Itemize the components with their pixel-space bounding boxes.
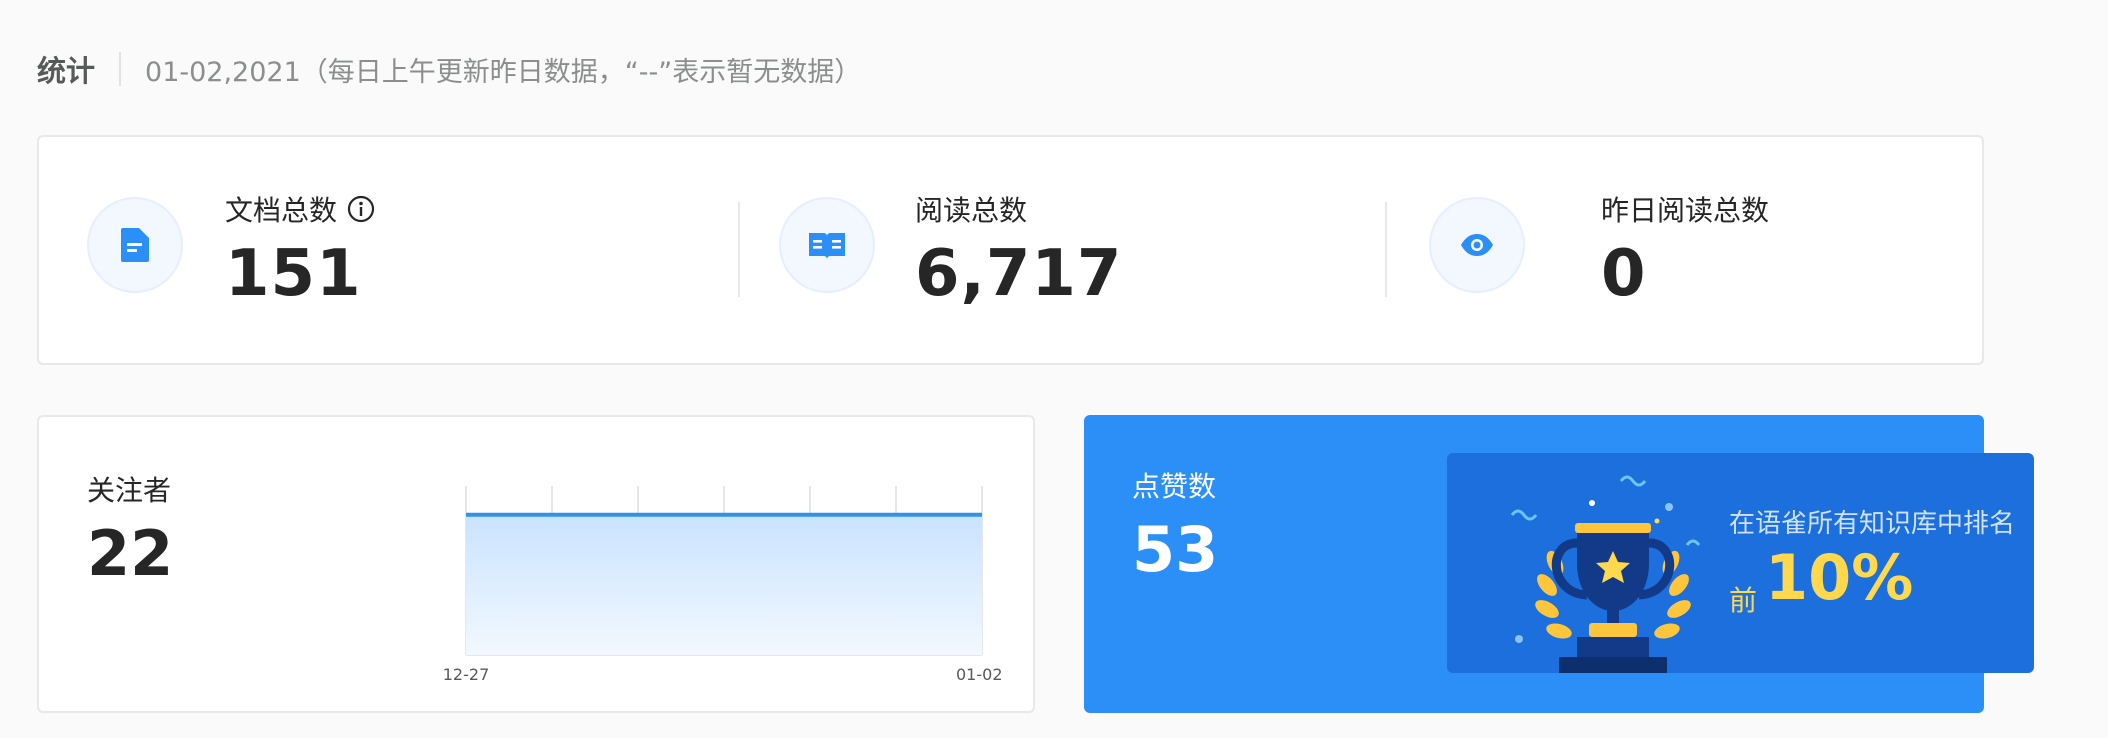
stat-yesterday-reads-label: 昨日阅读总数 bbox=[1601, 194, 1770, 227]
rank-panel: 在语雀所有知识库中排名 前 10% bbox=[1447, 453, 2034, 673]
header-description: 01-02,2021（每日上午更新昨日数据，“--”表示暂无数据） bbox=[145, 56, 862, 88]
rank-value: 10% bbox=[1765, 541, 1914, 614]
stats-header: 统计 01-02,2021（每日上午更新昨日数据，“--”表示暂无数据） bbox=[37, 44, 861, 94]
x-tick-label: 01-02 bbox=[956, 665, 1003, 684]
stat-reads-label: 阅读总数 bbox=[915, 194, 1028, 227]
followers-label: 关注者 bbox=[87, 474, 172, 507]
eye-icon bbox=[1429, 197, 1525, 293]
followers-card: 关注者 22 12-27 01-02 bbox=[37, 415, 1035, 713]
page-title: 统计 bbox=[37, 54, 96, 88]
rank-prefix: 前 bbox=[1729, 584, 1758, 617]
overview-card: 文档总数 151 阅读总数 6,717 昨日阅读总数 0 bbox=[37, 135, 1984, 365]
trophy-icon bbox=[1510, 475, 1701, 673]
stat-docs: 文档总数 151 bbox=[39, 137, 739, 367]
stat-yesterday-reads-value: 0 bbox=[1601, 237, 1647, 311]
info-icon[interactable] bbox=[347, 195, 375, 223]
document-icon bbox=[87, 197, 183, 293]
stat-yesterday-reads: 昨日阅读总数 0 bbox=[1387, 137, 1984, 367]
likes-value: 53 bbox=[1132, 513, 1219, 586]
likes-label: 点赞数 bbox=[1132, 470, 1217, 503]
followers-chart: 12-27 01-02 bbox=[379, 467, 1019, 697]
chart-area bbox=[466, 514, 982, 655]
rank-description: 在语雀所有知识库中排名 bbox=[1729, 509, 2016, 539]
book-icon bbox=[779, 197, 875, 293]
header-divider bbox=[119, 52, 122, 86]
stat-reads: 阅读总数 6,717 bbox=[739, 137, 1387, 367]
x-tick-label: 12-27 bbox=[443, 665, 490, 684]
followers-value: 22 bbox=[87, 517, 174, 590]
stat-reads-value: 6,717 bbox=[915, 237, 1123, 311]
stat-docs-label: 文档总数 bbox=[225, 189, 375, 229]
likes-card: 点赞数 53 在语雀所有知识库中排名 前 10% bbox=[1084, 415, 2034, 713]
followers-chart-svg: 12-27 01-02 bbox=[443, 486, 1003, 684]
stat-docs-value: 151 bbox=[225, 237, 362, 311]
